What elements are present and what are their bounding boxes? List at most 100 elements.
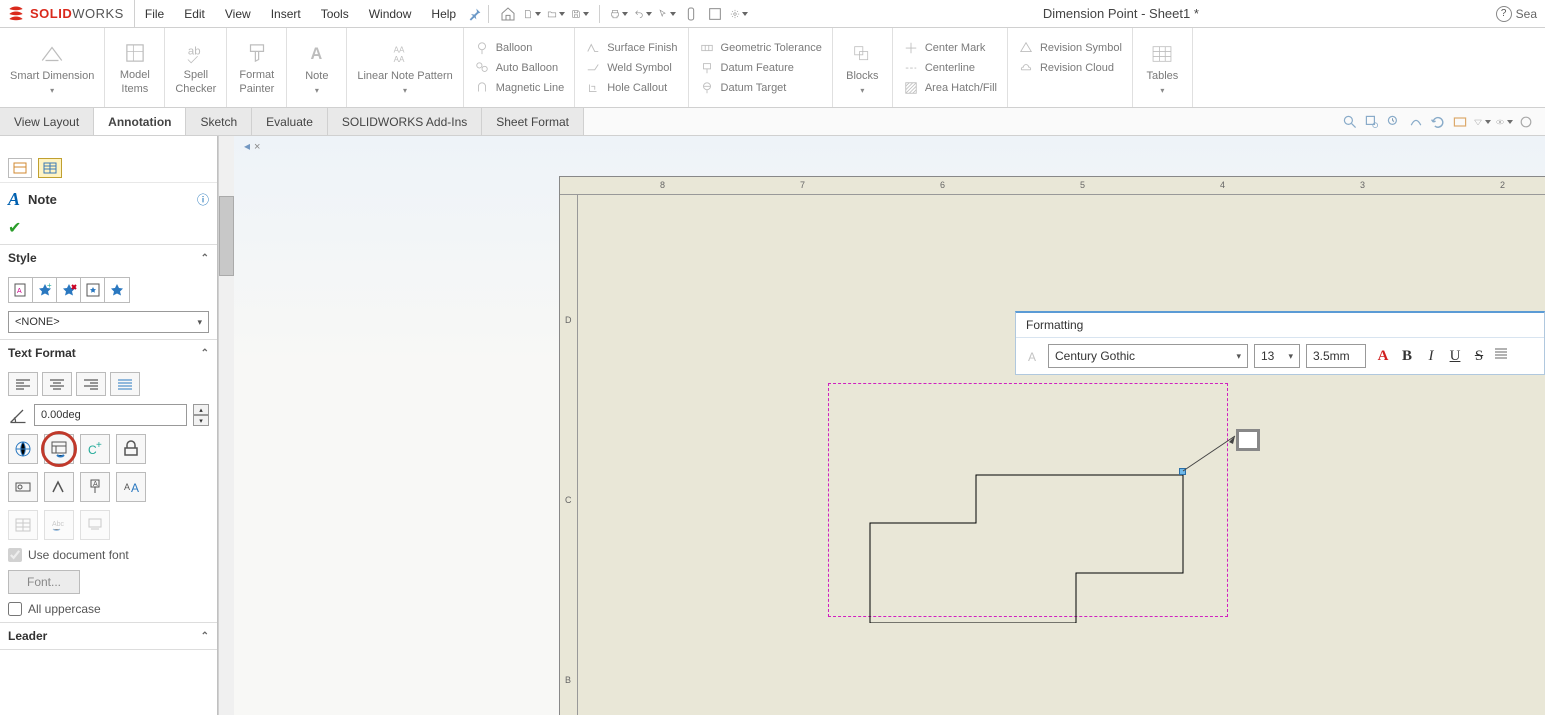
redo-view-icon[interactable] — [1429, 113, 1447, 131]
tab-sketch[interactable]: Sketch — [186, 108, 252, 135]
new-icon[interactable] — [523, 5, 541, 23]
drawing-sheet[interactable]: 87654321 DCB DCB — [559, 176, 1545, 715]
align-right-icon[interactable] — [76, 372, 106, 396]
ribbon-revision-cloud[interactable]: Revision Cloud — [1018, 60, 1122, 76]
style-set-default-icon[interactable] — [105, 278, 129, 302]
ribbon-weld-symbol[interactable]: Weld Symbol — [585, 60, 677, 76]
previous-view-icon[interactable] — [1385, 113, 1403, 131]
ribbon-magnetic-line[interactable]: Magnetic Line — [474, 80, 565, 96]
style-save-icon[interactable] — [81, 278, 105, 302]
angle-up[interactable]: ▴ — [193, 404, 209, 415]
menu-window[interactable]: Window — [359, 0, 422, 27]
select-icon[interactable] — [658, 5, 676, 23]
crumb-expand-icon[interactable]: ◂ — [242, 141, 252, 151]
all-uppercase-checkbox[interactable]: All uppercase — [8, 602, 209, 616]
section-style-header[interactable]: Style⌃ — [0, 245, 217, 271]
zoom-fit-icon[interactable] — [1341, 113, 1359, 131]
insert-hyperlink-icon[interactable] — [8, 434, 38, 464]
ribbon-centerline[interactable]: Centerline — [903, 60, 997, 76]
align-justify-icon[interactable] — [110, 372, 140, 396]
section-text-format-header[interactable]: Text Format⌃ — [0, 340, 217, 366]
link-to-property-icon[interactable] — [44, 434, 74, 464]
ribbon-surface-finish[interactable]: Surface Finish — [585, 40, 677, 56]
note-text-box[interactable] — [1236, 429, 1260, 451]
bold-button[interactable]: B — [1396, 345, 1418, 367]
angle-down[interactable]: ▾ — [193, 415, 209, 426]
ribbon-tables[interactable]: Tables ▾ — [1133, 28, 1193, 107]
menu-insert[interactable]: Insert — [261, 0, 311, 27]
ribbon-revision-symbol[interactable]: Revision Symbol — [1018, 40, 1122, 56]
insert-datum-icon[interactable]: A — [80, 472, 110, 502]
lock-note-icon[interactable] — [116, 434, 146, 464]
ribbon-format-painter[interactable]: Format Painter — [227, 28, 287, 107]
paragraph-align-icon[interactable] — [1492, 345, 1510, 363]
drawing-canvas[interactable]: ◂ × 87654321 DCB DCB Formatting — [234, 136, 1545, 715]
ribbon-center-mark[interactable]: Center Mark — [903, 40, 997, 56]
ribbon-auto-balloon[interactable]: Auto Balloon — [474, 60, 565, 76]
style-dropdown[interactable]: <NONE>▾ — [8, 311, 209, 333]
help-icon[interactable]: ? — [1496, 6, 1512, 22]
style-add-icon[interactable]: + — [33, 278, 57, 302]
ribbon-blocks[interactable]: Blocks ▾ — [833, 28, 893, 107]
undo-icon[interactable] — [634, 5, 652, 23]
save-icon[interactable] — [571, 5, 589, 23]
panel-help-icon[interactable]: ⓘ — [197, 191, 209, 208]
pin-icon[interactable] — [466, 5, 484, 23]
menu-help[interactable]: Help — [421, 0, 466, 27]
ribbon-geometric-tolerance[interactable]: Geometric Tolerance — [699, 40, 822, 56]
ribbon-model-items[interactable]: Model Items — [105, 28, 165, 107]
rebuild-icon[interactable] — [682, 5, 700, 23]
scroll-thumb[interactable] — [219, 196, 234, 276]
ok-button[interactable]: ✔ — [8, 218, 21, 238]
font-name-dropdown[interactable]: Century Gothic▾ — [1048, 344, 1248, 368]
font-size-dropdown[interactable]: 13▾ — [1254, 344, 1300, 368]
home-icon[interactable] — [499, 5, 517, 23]
display-style-icon[interactable] — [1451, 113, 1469, 131]
search-label[interactable]: Sea — [1516, 7, 1537, 21]
menu-edit[interactable]: Edit — [174, 0, 215, 27]
section-leader-header[interactable]: Leader⌃ — [0, 623, 217, 649]
view-orientation-icon[interactable] — [1495, 113, 1513, 131]
insert-gtol-icon[interactable] — [8, 472, 38, 502]
tab-sheet-format[interactable]: Sheet Format — [482, 108, 584, 135]
align-center-icon[interactable] — [42, 372, 72, 396]
reference-icon[interactable] — [706, 5, 724, 23]
font-button[interactable]: Font... — [8, 570, 80, 594]
ribbon-balloon[interactable]: Balloon — [474, 40, 565, 56]
ribbon-note[interactable]: A Note ▾ — [287, 28, 347, 107]
ribbon-linear-note-pattern[interactable]: AAAA Linear Note Pattern ▾ — [347, 28, 463, 107]
tab-addins[interactable]: SOLIDWORKS Add-Ins — [328, 108, 482, 135]
italic-button[interactable]: I — [1420, 345, 1442, 367]
section-view-icon[interactable] — [1407, 113, 1425, 131]
add-symbol-icon[interactable]: C+ — [80, 434, 110, 464]
strike-button[interactable]: S — [1468, 345, 1490, 367]
fit-text-icon[interactable]: AA — [116, 472, 146, 502]
menu-file[interactable]: File — [135, 0, 174, 27]
ribbon-hole-callout[interactable]: Hole Callout — [585, 80, 677, 96]
angle-input[interactable]: 0.00deg — [34, 404, 187, 426]
menu-view[interactable]: View — [215, 0, 261, 27]
zoom-area-icon[interactable] — [1363, 113, 1381, 131]
style-delete-icon[interactable] — [57, 278, 81, 302]
ribbon-datum-target[interactable]: Datum Target — [699, 80, 822, 96]
ribbon-spell-checker[interactable]: ab Spell Checker — [165, 28, 227, 107]
font-style-icon[interactable]: A — [1024, 347, 1042, 365]
appearance-icon[interactable] — [1517, 113, 1535, 131]
font-color-button[interactable]: A — [1372, 345, 1394, 367]
panel-tab-property-manager[interactable] — [38, 158, 62, 178]
print-icon[interactable] — [610, 5, 628, 23]
menu-tools[interactable]: Tools — [311, 0, 359, 27]
panel-scrollbar[interactable] — [218, 136, 234, 715]
ribbon-smart-dimension[interactable]: Smart Dimension ▾ — [0, 28, 105, 107]
use-document-font-checkbox[interactable]: Use document font — [8, 548, 209, 562]
ribbon-area-hatch[interactable]: Area Hatch/Fill — [903, 80, 997, 96]
panel-tab-feature-manager[interactable] — [8, 158, 32, 178]
underline-button[interactable]: U — [1444, 345, 1466, 367]
open-icon[interactable] — [547, 5, 565, 23]
tab-view-layout[interactable]: View Layout — [0, 108, 94, 135]
hide-show-icon[interactable] — [1473, 113, 1491, 131]
font-mm-input[interactable]: 3.5mm — [1306, 344, 1366, 368]
ribbon-datum-feature[interactable]: Datum Feature — [699, 60, 822, 76]
tab-annotation[interactable]: Annotation — [94, 108, 186, 135]
align-left-icon[interactable] — [8, 372, 38, 396]
